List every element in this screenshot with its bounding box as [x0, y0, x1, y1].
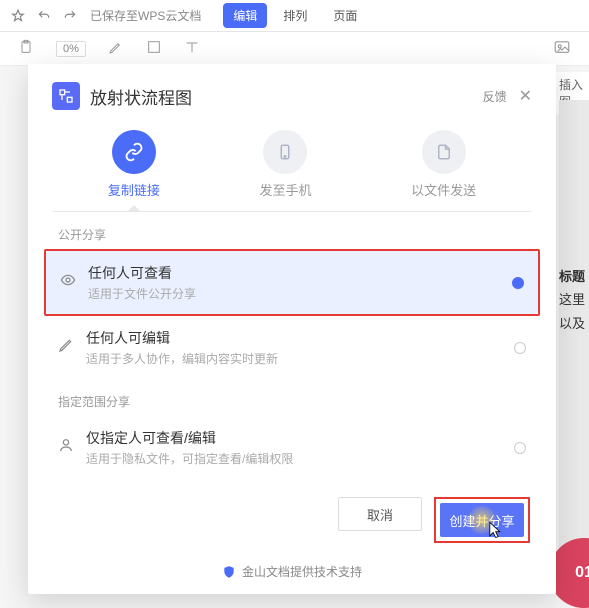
highlight-box-option: 任何人可查看 适用于文件公开分享: [44, 249, 540, 316]
option-anyone-view[interactable]: 任何人可查看 适用于文件公开分享: [46, 251, 538, 314]
pen-icon[interactable]: [108, 39, 124, 58]
pencil-icon: [58, 337, 80, 358]
option-edit-desc: 适用于多人协作，编辑内容实时更新: [86, 350, 514, 367]
main-toolbar: 已保存至WPS云文档 编辑 排列 页面: [0, 0, 589, 32]
flowchart-icon: [52, 82, 80, 110]
saved-status: 已保存至WPS云文档: [90, 7, 201, 24]
tab-send-phone-label: 发至手机: [259, 180, 311, 199]
option-scoped[interactable]: 仅指定人可查看/编辑 适用于隐私文件，可指定查看/编辑权限: [44, 416, 540, 479]
option-view-title: 任何人可查看: [88, 263, 512, 283]
undo-icon[interactable]: [34, 6, 54, 26]
create-share-button[interactable]: 创建并分享: [440, 503, 524, 537]
redo-icon[interactable]: [60, 6, 80, 26]
modal-footer: 金山文档提供技术支持: [28, 543, 556, 590]
tab-arrange[interactable]: 排列: [273, 3, 317, 28]
tab-copy-link-label: 复制链接: [108, 180, 160, 199]
pin-icon[interactable]: [8, 6, 28, 26]
tab-send-file[interactable]: 以文件发送: [411, 130, 476, 211]
radio-unselected: [514, 342, 526, 354]
phone-icon: [263, 130, 307, 174]
right-panel: [559, 100, 589, 598]
person-icon: [58, 437, 80, 458]
zoom-level[interactable]: 0%: [56, 41, 86, 57]
tab-send-file-label: 以文件发送: [411, 180, 476, 199]
scope-options: 仅指定人可查看/编辑 适用于隐私文件，可指定查看/编辑权限: [28, 416, 556, 479]
cancel-button[interactable]: 取消: [338, 497, 422, 531]
close-icon[interactable]: ✕: [519, 86, 532, 106]
clipboard-icon[interactable]: [18, 39, 34, 58]
modal-header: 放射状流程图 反馈 ✕: [28, 64, 556, 122]
text-icon[interactable]: [184, 39, 200, 58]
public-options: 任何人可查看 适用于文件公开分享 任何人可编辑 适用于多人协作，编辑内容实时更新: [28, 249, 556, 379]
option-edit-title: 任何人可编辑: [86, 328, 514, 348]
section-public-label: 公开分享: [28, 212, 556, 249]
tab-send-phone[interactable]: 发至手机: [259, 130, 311, 211]
footer-text: 金山文档提供技术支持: [242, 563, 362, 580]
modal-title: 放射状流程图: [90, 84, 483, 109]
shape-icon[interactable]: [146, 39, 162, 58]
file-icon: [422, 130, 466, 174]
right-text: 标题 这里 以及: [559, 265, 585, 335]
create-share-label: 创建并分享: [449, 511, 514, 530]
tab-page[interactable]: 页面: [323, 3, 367, 28]
radio-selected: [512, 277, 524, 289]
section-scope-label: 指定范围分享: [28, 379, 556, 416]
link-icon: [112, 130, 156, 174]
radio-unselected: [514, 442, 526, 454]
option-view-desc: 适用于文件公开分享: [88, 285, 512, 302]
tab-copy-link[interactable]: 复制链接: [108, 130, 160, 211]
feedback-link[interactable]: 反馈: [483, 88, 507, 105]
highlight-box-create: 创建并分享: [434, 497, 530, 543]
share-modal: 放射状流程图 反馈 ✕ 复制链接 发至手机 以文件发送 公开分享 任何人可查看 …: [28, 64, 556, 594]
image-icon[interactable]: [553, 38, 571, 59]
tab-edit[interactable]: 编辑: [223, 3, 267, 28]
eye-icon: [60, 272, 82, 293]
option-anyone-edit[interactable]: 任何人可编辑 适用于多人协作，编辑内容实时更新: [44, 316, 540, 379]
share-tabs: 复制链接 发至手机 以文件发送: [28, 122, 556, 211]
modal-buttons: 取消 创建并分享: [28, 479, 556, 543]
shield-icon: [222, 565, 236, 579]
secondary-toolbar: 0%: [0, 32, 589, 66]
option-scoped-desc: 适用于隐私文件，可指定查看/编辑权限: [86, 450, 514, 467]
option-scoped-title: 仅指定人可查看/编辑: [86, 428, 514, 448]
